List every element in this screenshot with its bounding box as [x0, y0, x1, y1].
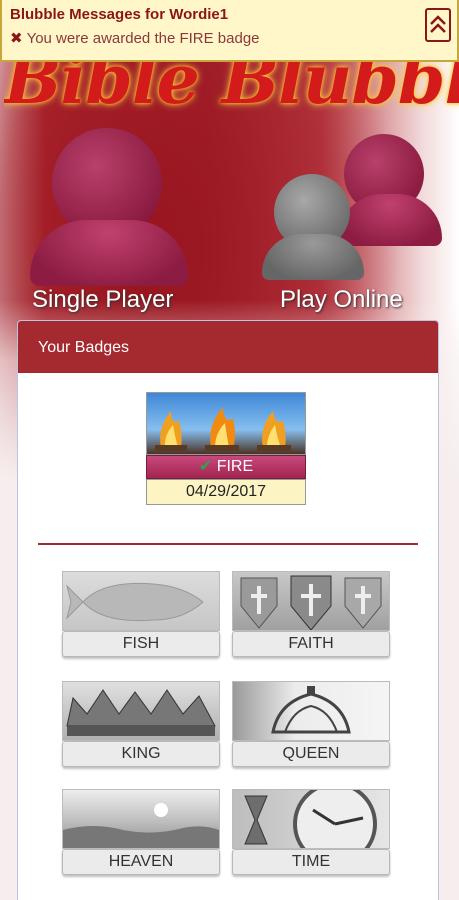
section-divider — [38, 543, 418, 545]
badge-label: TIME — [232, 849, 390, 875]
badge-label: HEAVEN — [62, 849, 220, 875]
fish-icon — [62, 571, 220, 631]
fire-badge-date: 04/29/2017 — [146, 479, 306, 505]
tiara-icon — [232, 681, 390, 741]
collapse-button[interactable] — [425, 8, 451, 42]
badge-label: QUEEN — [232, 741, 390, 767]
badge-time[interactable]: TIME — [232, 789, 390, 875]
single-player-label: Single Player — [32, 286, 174, 313]
badge-faith[interactable]: FAITH — [232, 571, 390, 657]
single-player-button[interactable]: Single Player — [30, 128, 190, 318]
badge-queen[interactable]: QUEEN — [232, 681, 390, 767]
play-online-button[interactable]: Play Online — [258, 130, 448, 320]
double-chevron-up-icon — [430, 15, 446, 33]
badges-panel-title: Your Badges — [18, 321, 438, 373]
badge-label: FAITH — [232, 631, 390, 657]
notification-title: Blubble Messages for Wordie1 — [10, 6, 229, 23]
badges-panel: Your Badges ✔ FIRE 04/29/2017 FISH FAITH… — [17, 320, 439, 900]
badge-label: KING — [62, 741, 220, 767]
badge-heaven[interactable]: HEAVEN — [62, 789, 220, 875]
play-online-label: Play Online — [280, 286, 403, 313]
crown-icon — [62, 681, 220, 741]
dismiss-icon[interactable]: ✖ — [10, 30, 23, 47]
badge-fish[interactable]: FISH — [62, 571, 220, 657]
notification-message: You were awarded the FIRE badge — [26, 30, 260, 47]
faith-shield-icon — [232, 571, 390, 631]
notification-bar: Blubble Messages for Wordie1 ✖ You were a… — [0, 0, 459, 62]
badge-king[interactable]: KING — [62, 681, 220, 767]
clouds-icon — [62, 789, 220, 849]
single-player-avatar-body — [30, 220, 188, 286]
notification-message-row[interactable]: ✖ You were awarded the FIRE badge — [10, 29, 449, 47]
featured-badge[interactable]: ✔ FIRE 04/29/2017 — [146, 392, 306, 505]
online-avatar-back-body — [338, 194, 442, 246]
fire-badge-image — [146, 392, 306, 455]
clock-icon — [232, 789, 390, 849]
badge-label: FISH — [62, 631, 220, 657]
fire-icon — [155, 407, 291, 451]
fire-badge-label: ✔ FIRE — [146, 455, 306, 479]
fire-badge-name: FIRE — [216, 458, 254, 475]
check-icon: ✔ — [198, 458, 213, 475]
